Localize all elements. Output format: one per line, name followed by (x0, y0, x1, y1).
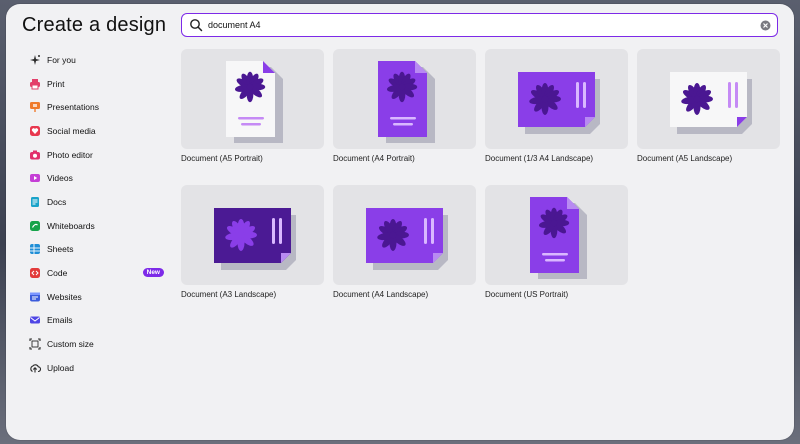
template-card[interactable]: Document (A4 Portrait) (333, 49, 477, 163)
presentation-icon (29, 101, 41, 113)
new-badge: New (142, 268, 164, 278)
category-sidebar: For you Print Presentations Social media Pho… (20, 48, 166, 380)
sidebar-item-videos[interactable]: Videos (20, 166, 166, 190)
sidebar-item-label: For you (47, 54, 76, 65)
printer-icon (29, 78, 41, 90)
sidebar-item-label: Photo editor (47, 149, 93, 160)
email-icon (29, 314, 41, 326)
clear-search-icon[interactable] (760, 20, 771, 31)
sidebar-item-upload[interactable]: Upload (20, 356, 166, 380)
sidebar-item-custom-size[interactable]: Custom size (20, 332, 166, 356)
template-label[interactable]: Document (A4 Landscape) (333, 290, 477, 299)
heart-icon (29, 125, 41, 137)
custom-size-icon (29, 338, 41, 350)
sidebar-item-label: Docs (47, 196, 67, 207)
template-card[interactable]: Document (1/3 A4 Landscape) (485, 49, 629, 163)
template-label[interactable]: Document (1/3 A4 Landscape) (485, 154, 629, 163)
search-bar[interactable] (181, 13, 778, 37)
sparkle-icon (29, 54, 41, 66)
template-label[interactable]: Document (A5 Landscape) (637, 154, 781, 163)
sidebar-item-websites[interactable]: Websites (20, 285, 166, 309)
template-label[interactable]: Document (A4 Portrait) (333, 154, 477, 163)
sidebar-item-label: Custom size (47, 339, 94, 350)
template-thumbnail[interactable] (485, 185, 628, 285)
create-design-dialog: Create a design For you Print Presentation… (6, 4, 794, 440)
dialog-title: Create a design (22, 14, 167, 36)
template-card[interactable]: Document (A4 Landscape) (333, 185, 477, 299)
template-thumbnail[interactable] (333, 49, 476, 149)
template-label[interactable]: Document (US Portrait) (485, 290, 629, 299)
sidebar-item-label: Whiteboards (47, 220, 95, 231)
sidebar-item-social-media[interactable]: Social media (20, 119, 166, 143)
sidebar-item-code[interactable]: Code New (20, 261, 166, 285)
video-icon (29, 172, 41, 184)
sidebar-item-label: Code (47, 268, 68, 279)
sheets-icon (29, 243, 41, 255)
template-label[interactable]: Document (A5 Portrait) (181, 154, 325, 163)
template-thumbnail[interactable] (485, 49, 628, 149)
upload-icon (29, 362, 41, 374)
sidebar-item-whiteboards[interactable]: Whiteboards (20, 214, 166, 238)
sidebar-item-label: Print (47, 78, 65, 89)
template-thumbnail[interactable] (181, 49, 324, 149)
sidebar-item-for-you[interactable]: For you (20, 48, 166, 72)
template-card[interactable]: Document (A3 Landscape) (181, 185, 325, 299)
code-icon (29, 267, 41, 279)
camera-icon (29, 149, 41, 161)
template-card[interactable]: Document (US Portrait) (485, 185, 629, 299)
sidebar-item-label: Presentations (47, 102, 99, 113)
sidebar-item-photo-editor[interactable]: Photo editor (20, 143, 166, 167)
search-input[interactable] (208, 20, 760, 30)
sidebar-item-label: Emails (47, 315, 73, 326)
template-thumbnail[interactable] (181, 185, 324, 285)
sidebar-item-label: Social media (47, 125, 96, 136)
template-thumbnail[interactable] (637, 49, 780, 149)
docs-icon (29, 196, 41, 208)
sidebar-item-label: Videos (47, 173, 73, 184)
sidebar-item-emails[interactable]: Emails (20, 309, 166, 333)
sidebar-item-label: Sheets (47, 244, 74, 255)
sidebar-item-docs[interactable]: Docs (20, 190, 166, 214)
template-card[interactable]: Document (A5 Landscape) (637, 49, 781, 163)
sidebar-item-label: Websites (47, 291, 82, 302)
search-icon (190, 19, 203, 32)
sidebar-item-print[interactable]: Print (20, 72, 166, 96)
sidebar-item-label: Upload (47, 362, 74, 373)
template-label[interactable]: Document (A3 Landscape) (181, 290, 325, 299)
sidebar-item-presentations[interactable]: Presentations (20, 95, 166, 119)
template-card[interactable]: Document (A5 Portrait) (181, 49, 325, 163)
template-thumbnail[interactable] (333, 185, 476, 285)
whiteboard-icon (29, 220, 41, 232)
website-icon (29, 291, 41, 303)
sidebar-item-sheets[interactable]: Sheets (20, 238, 166, 262)
